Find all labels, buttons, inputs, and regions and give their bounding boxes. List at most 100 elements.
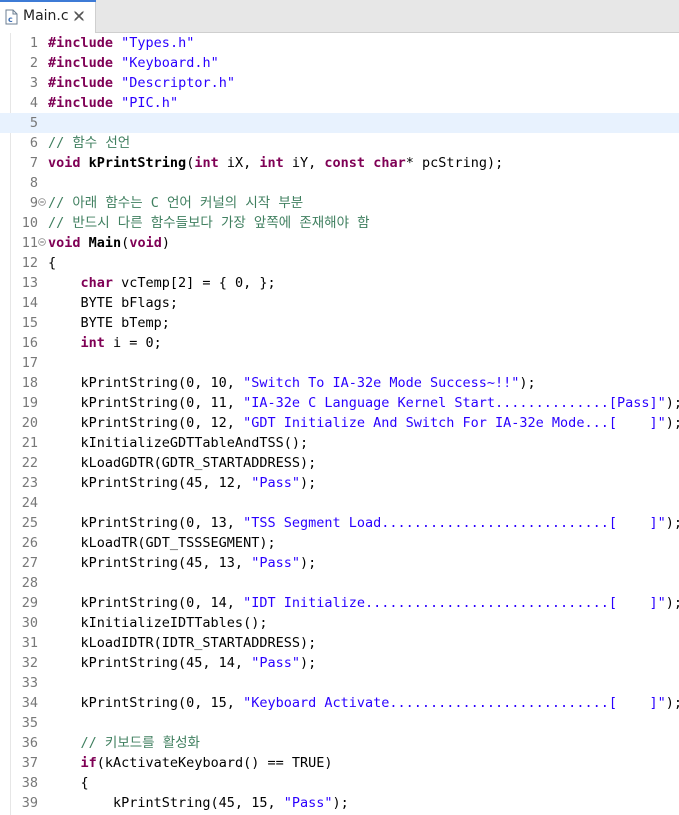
code-content: kPrintString(0, 15, "Keyboard Activate..… <box>48 693 679 713</box>
code-content: kPrintString(0, 14, "IDT Initialize.....… <box>48 593 679 613</box>
line-number: 22 <box>21 455 38 471</box>
code-content: // 아래 함수는 C 언어 커널의 시작 부분 <box>48 193 303 213</box>
code-line[interactable]: 1 #include "Types.h" <box>0 33 679 53</box>
code-text: kPrintString(45, 12, <box>48 475 252 491</box>
code-line[interactable]: 26 kLoadTR(GDT_TSSSEGMENT); <box>0 533 679 553</box>
code-line[interactable]: 27 kPrintString(45, 13, "Pass"); <box>0 553 679 573</box>
code-text: ); <box>665 595 679 611</box>
code-content: kPrintString(45, 13, "Pass"); <box>48 553 317 573</box>
code-line[interactable]: 25 kPrintString(0, 13, "TSS Segment Load… <box>0 513 679 533</box>
code-line[interactable]: 11 void Main(void) <box>0 233 679 253</box>
string-token: "Descriptor.h" <box>121 75 235 91</box>
line-number: 37 <box>21 755 38 771</box>
close-icon[interactable] <box>73 10 85 22</box>
code-line[interactable]: 29 kPrintString(0, 14, "IDT Initialize..… <box>0 593 679 613</box>
line-number: 39 <box>21 795 38 811</box>
code-text: ); <box>665 395 679 411</box>
code-content: kLoadGDTR(GDTR_STARTADDRESS); <box>48 453 317 473</box>
code-line[interactable]: 30 kInitializeIDTTables(); <box>0 613 679 633</box>
code-line[interactable]: 15 BYTE bTemp; <box>0 313 679 333</box>
code-line[interactable]: 37 if(kActivateKeyboard() == TRUE) <box>0 753 679 773</box>
code-line[interactable]: 13 char vcTemp[2] = { 0, }; <box>0 273 679 293</box>
code-line[interactable]: 14 BYTE bFlags; <box>0 293 679 313</box>
code-line[interactable]: 3 #include "Descriptor.h" <box>0 73 679 93</box>
tab-main-c[interactable]: c Main.c <box>0 0 96 33</box>
code-content: kPrintString(0, 12, "GDT Initialize And … <box>48 413 679 433</box>
code-text: ); <box>665 415 679 431</box>
code-content: kInitializeGDTTableAndTSS(); <box>48 433 309 453</box>
keyword-token: char <box>80 275 114 291</box>
code-line[interactable]: 34 kPrintString(0, 15, "Keyboard Activat… <box>0 693 679 713</box>
code-line[interactable]: 20 kPrintString(0, 12, "GDT Initialize A… <box>0 413 679 433</box>
code-line[interactable]: 33 <box>0 673 679 693</box>
code-line[interactable]: 38 { <box>0 773 679 793</box>
string-token: "IA-32e C Language Kernel Start.........… <box>243 395 666 411</box>
code-line[interactable]: 4 #include "PIC.h" <box>0 93 679 113</box>
code-text: ); <box>665 695 679 711</box>
line-number: 16 <box>21 335 38 351</box>
code-text: kPrintString(45, 15, <box>48 795 284 811</box>
code-content: #include "Descriptor.h" <box>48 73 235 93</box>
code-text: ); <box>332 795 349 811</box>
line-number: 14 <box>21 295 38 311</box>
code-line[interactable]: 28 <box>0 573 679 593</box>
line-number: 33 <box>21 675 38 691</box>
code-content: { <box>48 773 89 793</box>
code-line[interactable]: 9 // 아래 함수는 C 언어 커널의 시작 부분 <box>0 193 679 213</box>
code-content: kPrintString(45, 15, "Pass"); <box>48 793 349 813</box>
code-editor[interactable]: 1 #include "Types.h" 2 #include "Keyboard.h… <box>0 33 679 815</box>
line-number: 8 <box>29 175 38 191</box>
code-line[interactable]: 19 kPrintString(0, 11, "IA-32e C Languag… <box>0 393 679 413</box>
string-token: "Pass" <box>251 475 300 491</box>
code-line[interactable]: 6 // 함수 선언 <box>0 133 679 153</box>
code-line[interactable]: 18 kPrintString(0, 10, "Switch To IA-32e… <box>0 373 679 393</box>
fold-collapse-icon[interactable] <box>38 238 46 246</box>
code-text: kPrintString(45, 13, <box>48 555 252 571</box>
line-number: 36 <box>21 735 38 751</box>
keyword-token: const <box>324 155 366 171</box>
line-number: 3 <box>29 75 38 91</box>
code-line[interactable]: 35 <box>0 713 679 733</box>
line-number: 10 <box>21 215 38 231</box>
code-line[interactable]: 2 #include "Keyboard.h" <box>0 53 679 73</box>
code-line[interactable]: 5 <box>0 113 679 133</box>
line-number: 17 <box>21 355 38 371</box>
code-line[interactable]: 32 kPrintString(45, 14, "Pass"); <box>0 653 679 673</box>
line-number: 5 <box>29 115 38 131</box>
code-text: vcTemp[2] = { 0, }; <box>113 275 276 291</box>
code-line[interactable]: 10 // 반드시 다른 함수들보다 가장 앞쪽에 존재해야 함 <box>0 213 679 233</box>
keyword-token: void <box>129 235 162 251</box>
code-text: BYTE bFlags; <box>48 295 179 311</box>
comment-token: // 키보드를 활성화 <box>80 735 200 751</box>
tab-title: Main.c <box>23 8 69 24</box>
code-content: void kPrintString(int iX, int iY, const … <box>48 153 503 173</box>
fold-collapse-icon[interactable] <box>38 198 46 206</box>
comment-token: // 반드시 다른 함수들보다 가장 앞쪽에 존재해야 함 <box>48 215 370 231</box>
code-line[interactable]: 23 kPrintString(45, 12, "Pass"); <box>0 473 679 493</box>
string-token: "Pass" <box>251 655 300 671</box>
line-number: 21 <box>21 435 38 451</box>
code-line[interactable]: 7 void kPrintString(int iX, int iY, const… <box>0 153 679 173</box>
code-text: kPrintString(0, 13, <box>48 515 244 531</box>
code-line[interactable]: 22 kLoadGDTR(GDTR_STARTADDRESS); <box>0 453 679 473</box>
code-line[interactable]: 21 kInitializeGDTTableAndTSS(); <box>0 433 679 453</box>
code-line[interactable]: 39 kPrintString(45, 15, "Pass"); <box>0 793 679 813</box>
code-line[interactable]: 31 kLoadIDTR(IDTR_STARTADDRESS); <box>0 633 679 653</box>
string-token: "PIC.h" <box>121 95 179 111</box>
code-line[interactable]: 24 <box>0 493 679 513</box>
line-number: 35 <box>21 715 38 731</box>
code-line[interactable]: 8 <box>0 173 679 193</box>
code-content: #include "PIC.h" <box>48 93 178 113</box>
code-line[interactable]: 12 { <box>0 253 679 273</box>
code-line[interactable]: 17 <box>0 353 679 373</box>
code-line[interactable]: 16 int i = 0; <box>0 333 679 353</box>
code-line[interactable]: 36 // 키보드를 활성화 <box>0 733 679 753</box>
keyword-token: void <box>48 155 81 171</box>
line-number: 1 <box>29 35 38 51</box>
string-token: "Pass" <box>251 555 300 571</box>
string-token: "IDT Initialize.........................… <box>243 595 666 611</box>
